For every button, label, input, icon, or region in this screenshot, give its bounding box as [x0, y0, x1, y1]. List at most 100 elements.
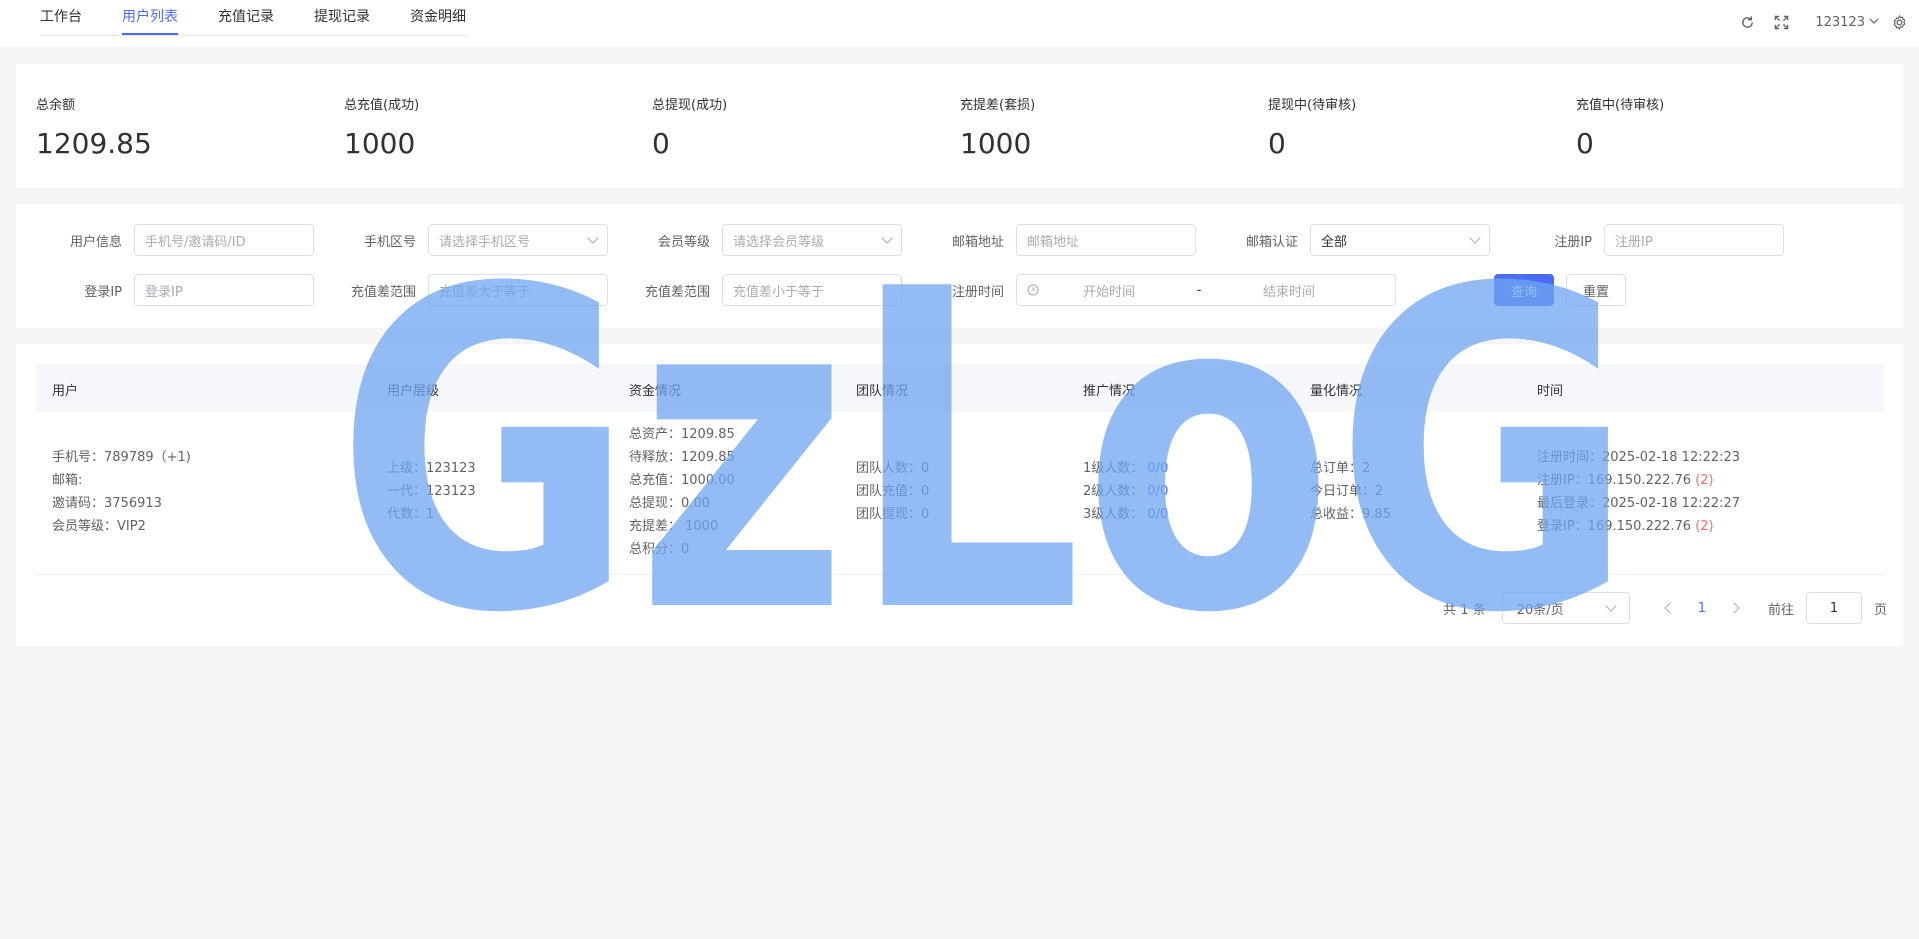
cell-promo: 1级人数： 0/0 2级人数： 0/0 3级人数： 0/0 — [1083, 457, 1168, 526]
stat-label: 总余额 — [36, 98, 76, 113]
top-right-tools: 123123 — [1739, 0, 1919, 44]
table-header: 用户 用户层级 资金情况 团队情况 推广情况 量化情况 时间 — [36, 364, 1884, 412]
stat-withdraw-pending: 提现中(待审核) 0 — [1268, 94, 1356, 160]
filter-label: 注册IP — [1554, 234, 1592, 250]
placeholder: 请选择手机区号 — [439, 234, 531, 250]
promo-label: 2级人数： — [1083, 484, 1144, 499]
top-navbar: 工作台 用户列表 充值记录 提现记录 资金明细 123123 — [0, 0, 1919, 47]
username-label: 123123 — [1815, 14, 1865, 30]
funds-total-recharge: 总充值：1000.00 — [629, 473, 735, 488]
goto-page-input[interactable]: 1 — [1805, 592, 1862, 624]
stat-label: 总充值(成功) — [344, 98, 420, 113]
query-button[interactable]: 查询 — [1494, 274, 1554, 306]
stat-total-balance: 总余额 1209.85 — [36, 94, 152, 160]
chevron-down-icon — [587, 232, 599, 244]
email-input[interactable]: 邮箱地址 — [1016, 224, 1196, 256]
gear-icon[interactable] — [1891, 14, 1907, 30]
diff-max-input[interactable]: 充值差小于等于 — [722, 274, 902, 306]
placeholder: 邮箱地址 — [1027, 234, 1080, 250]
filter-label: 登录IP — [84, 284, 122, 300]
next-page-icon[interactable] — [1728, 602, 1740, 614]
placeholder: 充值差大于等于 — [439, 284, 531, 300]
filter-member-level: 会员等级 请选择会员等级 — [620, 224, 902, 256]
stat-value: 1000 — [960, 127, 1032, 160]
col-level: 用户层级 — [387, 384, 440, 399]
page-suffix: 页 — [1873, 602, 1887, 618]
funds-pending-release: 待释放：1209.85 — [629, 450, 735, 465]
filter-label: 充值差范围 — [350, 284, 416, 300]
time-registered: 注册时间：2025-02-18 12:22:23 — [1537, 450, 1741, 465]
range-separator: - — [1196, 282, 1202, 298]
cell-time: 注册时间：2025-02-18 12:22:23 注册IP：169.150.22… — [1537, 446, 1740, 538]
cell-quant: 总订单：2 今日订单：2 总收益：9.85 — [1310, 457, 1391, 526]
reg-ip-count[interactable]: (2) — [1695, 473, 1713, 488]
promo-value-link[interactable]: 0/0 — [1147, 461, 1168, 476]
phone-area-select[interactable]: 请选择手机区号 — [428, 224, 608, 256]
member-level-select[interactable]: 请选择会员等级 — [722, 224, 902, 256]
promo-value-link[interactable]: 0/0 — [1147, 484, 1168, 499]
stat-recharge-pending: 充值中(待审核) 0 — [1576, 94, 1664, 160]
placeholder: 注册IP — [1615, 234, 1653, 250]
stat-label: 提现中(待审核) — [1268, 98, 1357, 113]
fullscreen-icon[interactable] — [1773, 14, 1789, 30]
col-user: 用户 — [52, 384, 79, 399]
placeholder: 登录IP — [145, 284, 183, 300]
prev-page-icon[interactable] — [1664, 602, 1676, 614]
filter-label: 邮箱地址 — [951, 234, 1004, 250]
reset-button[interactable]: 重置 — [1566, 274, 1626, 306]
current-page[interactable]: 1 — [1698, 601, 1706, 616]
login-ip-input[interactable]: 登录IP — [134, 274, 314, 306]
placeholder: 充值差小于等于 — [733, 284, 825, 300]
end-time-placeholder[interactable]: 结束时间 — [1219, 281, 1359, 300]
login-ip-value: 登录IP：169.150.222.76 — [1537, 519, 1692, 534]
tab-fund-details[interactable]: 资金明细 — [410, 0, 466, 35]
tab-workbench[interactable]: 工作台 — [40, 0, 82, 35]
goto-label: 前往 — [1767, 602, 1794, 618]
placeholder: 请选择会员等级 — [733, 234, 825, 250]
quant-total-orders: 总订单：2 — [1310, 461, 1371, 476]
total-count: 共 1 条 — [1443, 602, 1486, 618]
chevron-down-icon — [881, 232, 893, 244]
cell-funds: 总资产：1209.85 待释放：1209.85 总充值：1000.00 总提现：… — [629, 423, 735, 561]
promo-level-2: 2级人数： 0/0 — [1083, 480, 1168, 503]
stat-recharge-diff: 充提差(套损) 1000 — [960, 94, 1035, 160]
reg-ip-input[interactable]: 注册IP — [1604, 224, 1784, 256]
filter-email-verified: 邮箱认证 全部 — [1208, 224, 1490, 256]
promo-label: 3级人数： — [1083, 507, 1144, 522]
filter-label: 邮箱认证 — [1245, 234, 1298, 250]
promo-value-link[interactable]: 0/0 — [1147, 507, 1168, 522]
reg-time-range-picker[interactable]: 开始时间 - 结束时间 — [1016, 274, 1396, 306]
promo-level-3: 3级人数： 0/0 — [1083, 503, 1168, 526]
tab-withdraw-records[interactable]: 提现记录 — [314, 0, 370, 35]
start-time-placeholder[interactable]: 开始时间 — [1039, 281, 1179, 300]
tab-recharge-records[interactable]: 充值记录 — [218, 0, 274, 35]
user-info-input[interactable]: 手机号/邀请码/ID — [134, 224, 314, 256]
clock-icon — [1027, 284, 1039, 296]
filter-email: 邮箱地址 邮箱地址 — [914, 224, 1196, 256]
cell-user: 手机号：789789（+1) 邮箱: 邀请码：3756913 会员等级：VIP2 — [52, 446, 191, 538]
cell-level: 上级：123123 一代：123123 代数：1 — [387, 457, 476, 526]
page-size-select[interactable]: 20条/页 — [1501, 592, 1630, 624]
user-email: 邮箱: — [52, 473, 83, 488]
stat-total-recharge: 总充值(成功) 1000 — [344, 94, 419, 160]
stat-value: 0 — [1268, 127, 1286, 160]
stats-panel: 总余额 1209.85 总充值(成功) 1000 总提现(成功) 0 充提差(套… — [16, 64, 1903, 188]
filter-label: 会员等级 — [657, 234, 710, 250]
col-funds: 资金情况 — [629, 384, 682, 399]
filter-panel: 用户信息 手机号/邀请码/ID 手机区号 请选择手机区号 会员等级 请选择会员等… — [16, 204, 1903, 328]
diff-min-input[interactable]: 充值差大于等于 — [428, 274, 608, 306]
user-menu[interactable]: 123123 — [1815, 15, 1879, 30]
stat-label: 充提差(套损) — [960, 98, 1036, 113]
col-promo: 推广情况 — [1083, 384, 1136, 399]
chevron-down-icon — [1469, 232, 1481, 244]
quant-today-orders: 今日订单：2 — [1310, 484, 1384, 499]
email-verified-select[interactable]: 全部 — [1310, 224, 1490, 256]
pagination: 共 1 条 20条/页 1 前往 1 页 — [1443, 592, 1887, 624]
refresh-icon[interactable] — [1739, 14, 1755, 30]
cell-team: 团队人数：0 团队充值：0 团队提现：0 — [856, 457, 929, 526]
tab-user-list[interactable]: 用户列表 — [122, 0, 178, 35]
promo-label: 1级人数： — [1083, 461, 1144, 476]
login-ip-count[interactable]: (2) — [1695, 519, 1713, 534]
user-invite-code: 邀请码：3756913 — [52, 496, 162, 511]
filter-diff-max: 充值差范围 充值差小于等于 — [620, 274, 902, 306]
